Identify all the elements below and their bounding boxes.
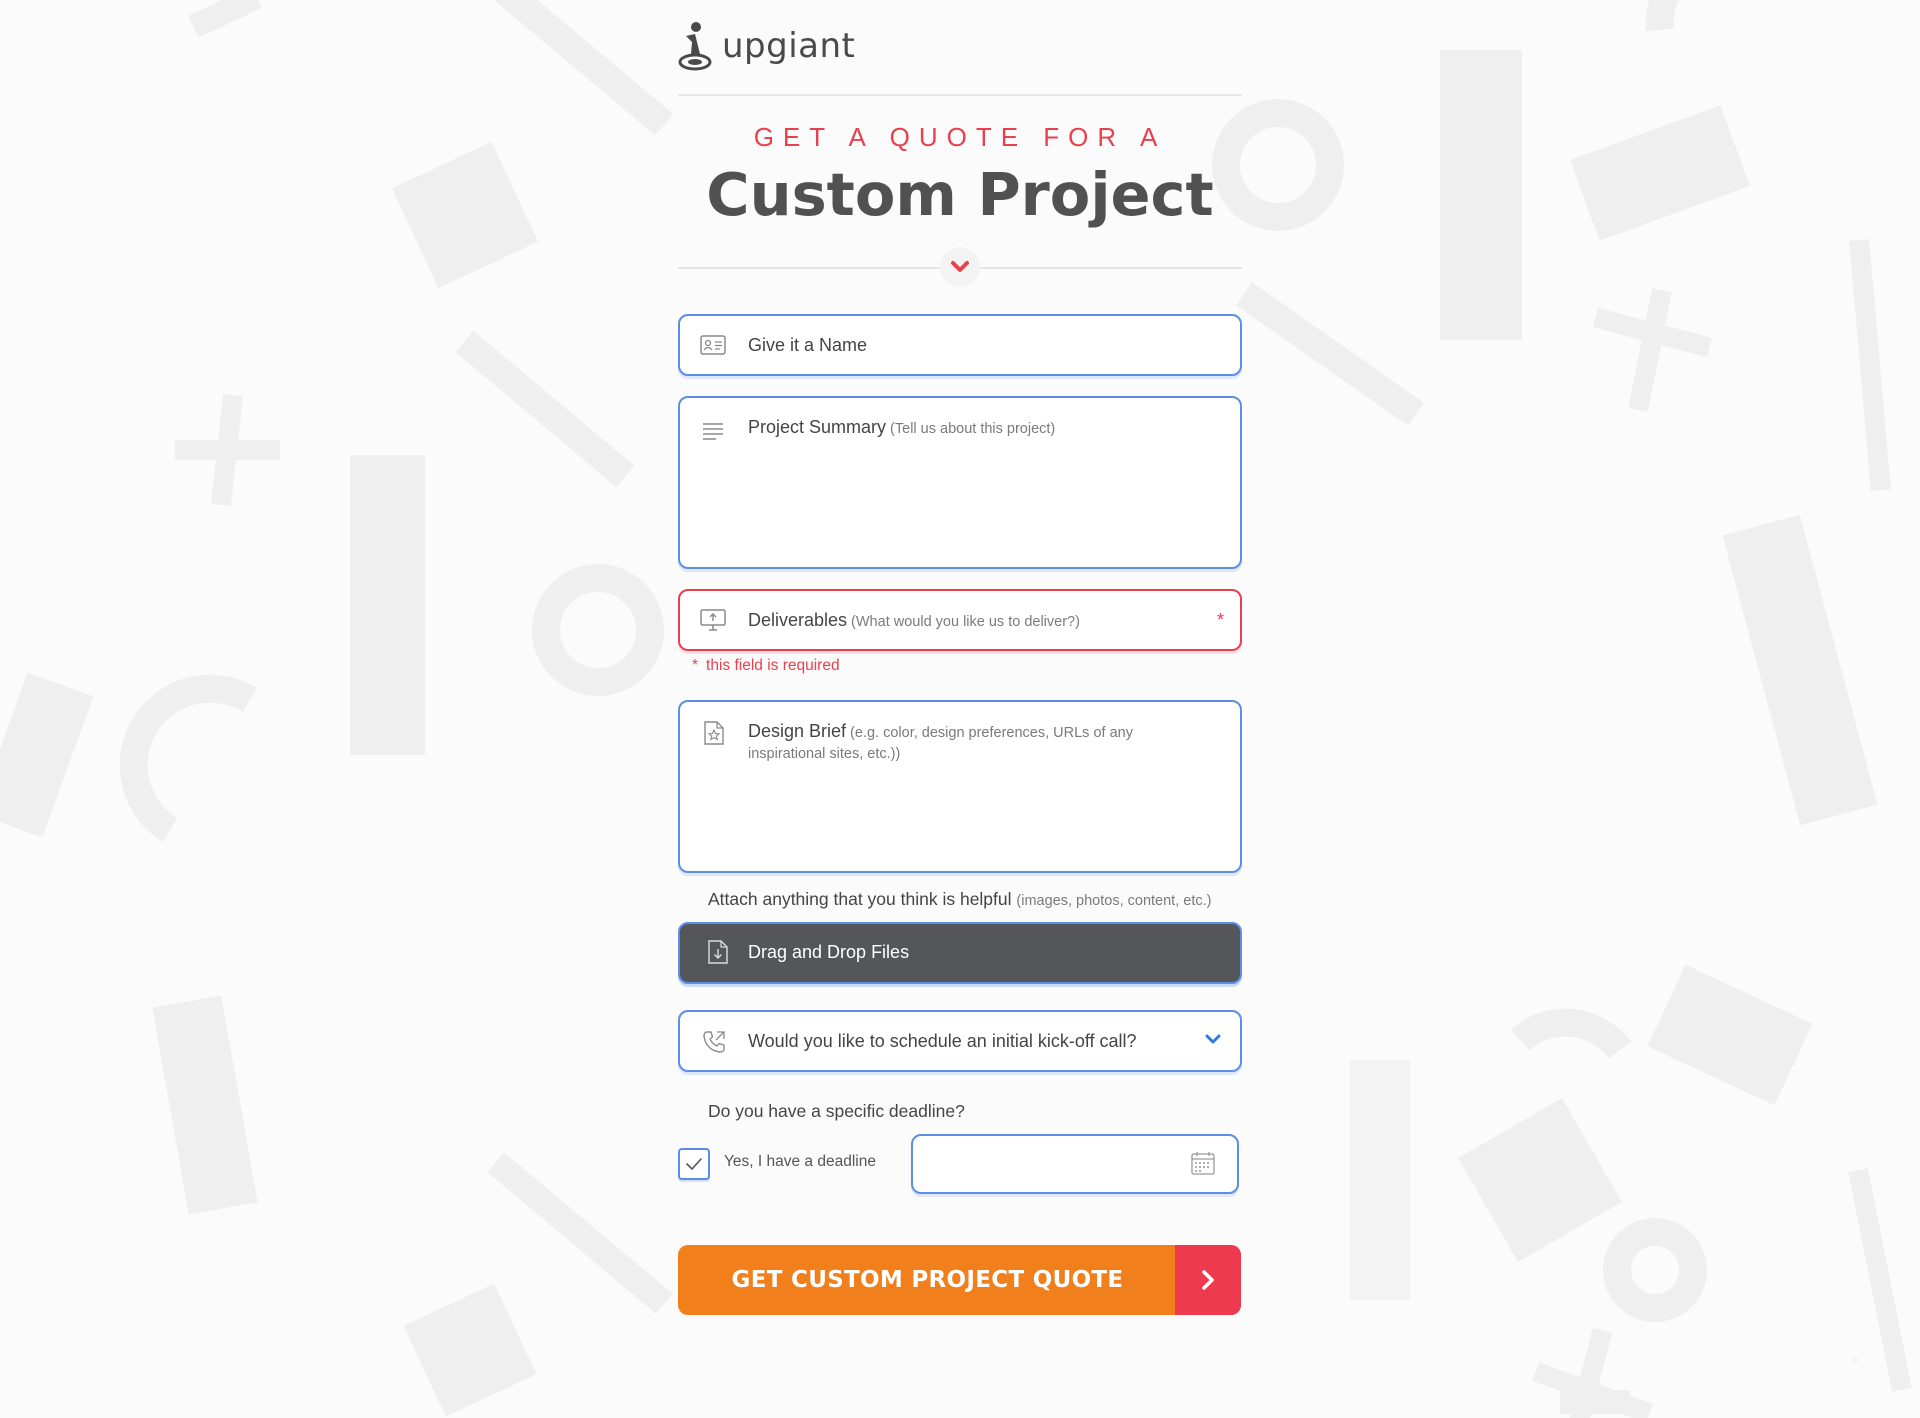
design-brief-textarea[interactable]: Design Brief (e.g. color, design preferen… bbox=[678, 700, 1242, 873]
quote-form-card: upgiant GET A QUOTE FOR A Custom Project… bbox=[678, 0, 1242, 1418]
phone-icon bbox=[703, 1031, 725, 1053]
error-text: this field is required bbox=[706, 657, 840, 674]
monitor-upload-icon bbox=[700, 609, 726, 631]
site-header: upgiant bbox=[678, 0, 1242, 96]
design-brief-label: Design Brief bbox=[748, 721, 847, 741]
heading-kicker: GET A QUOTE FOR A bbox=[753, 122, 1167, 152]
logo-mark-icon bbox=[678, 22, 712, 71]
page-title: Custom Project bbox=[706, 160, 1214, 229]
project-summary-label: Project Summary bbox=[748, 417, 887, 437]
calendar-icon[interactable] bbox=[1191, 1151, 1215, 1175]
file-download-icon bbox=[708, 940, 728, 964]
project-summary-label-wrap: Project Summary (Tell us about this proje… bbox=[748, 418, 1198, 439]
attach-label-text: Attach anything that you think is helpfu… bbox=[708, 889, 1012, 909]
project-summary-hint: (Tell us about this project) bbox=[890, 421, 1056, 437]
submit-quote-button[interactable]: GET CUSTOM PROJECT QUOTE bbox=[678, 1245, 1241, 1315]
deliverables-error-message: * this field is required bbox=[692, 657, 840, 675]
chevron-right-icon bbox=[1202, 1270, 1214, 1290]
deadline-checkbox[interactable] bbox=[678, 1148, 710, 1180]
deliverables-hint: (What would you like us to deliver?) bbox=[851, 614, 1080, 630]
attach-label: Attach anything that you think is helpfu… bbox=[708, 889, 1211, 910]
error-star: * bbox=[692, 657, 699, 674]
chevron-down-icon bbox=[1205, 1034, 1221, 1044]
check-icon bbox=[686, 1158, 702, 1170]
kickoff-call-select[interactable]: Would you like to schedule an initial ki… bbox=[678, 1010, 1242, 1072]
kickoff-call-value: Would you like to schedule an initial ki… bbox=[748, 1031, 1137, 1051]
design-brief-label-wrap: Design Brief (e.g. color, design preferen… bbox=[748, 722, 1198, 764]
deadline-date-input[interactable] bbox=[911, 1134, 1239, 1194]
deadline-checkbox-label: Yes, I have a deadline bbox=[724, 1153, 876, 1170]
brand-name: upgiant bbox=[722, 26, 856, 66]
deliverables-label: Deliverables bbox=[748, 610, 848, 630]
deliverables-label-wrap: Deliverables (What would you like us to d… bbox=[748, 610, 1080, 631]
attach-hint: (images, photos, content, etc.) bbox=[1016, 893, 1212, 909]
name-field-label: Give it a Name bbox=[748, 335, 868, 355]
project-summary-textarea[interactable]: Project Summary (Tell us about this proje… bbox=[678, 396, 1242, 569]
id-card-icon bbox=[700, 335, 726, 355]
scroll-down-indicator[interactable] bbox=[940, 247, 980, 287]
name-field[interactable]: Give it a Name bbox=[678, 314, 1242, 376]
dropzone-label: Drag and Drop Files bbox=[748, 942, 910, 962]
deadline-question: Do you have a specific deadline? bbox=[708, 1101, 965, 1121]
submit-quote-label: GET CUSTOM PROJECT QUOTE bbox=[731, 1267, 1124, 1293]
chevron-down-icon bbox=[951, 261, 969, 272]
required-marker: * bbox=[1216, 610, 1224, 630]
deliverables-field[interactable]: Deliverables (What would you like us to d… bbox=[678, 589, 1242, 651]
document-star-icon bbox=[704, 721, 724, 745]
brand-logo[interactable]: upgiant bbox=[678, 20, 855, 72]
file-dropzone[interactable]: Drag and Drop Files bbox=[678, 922, 1242, 984]
lines-icon bbox=[703, 423, 723, 440]
submit-arrow[interactable] bbox=[1175, 1245, 1241, 1315]
